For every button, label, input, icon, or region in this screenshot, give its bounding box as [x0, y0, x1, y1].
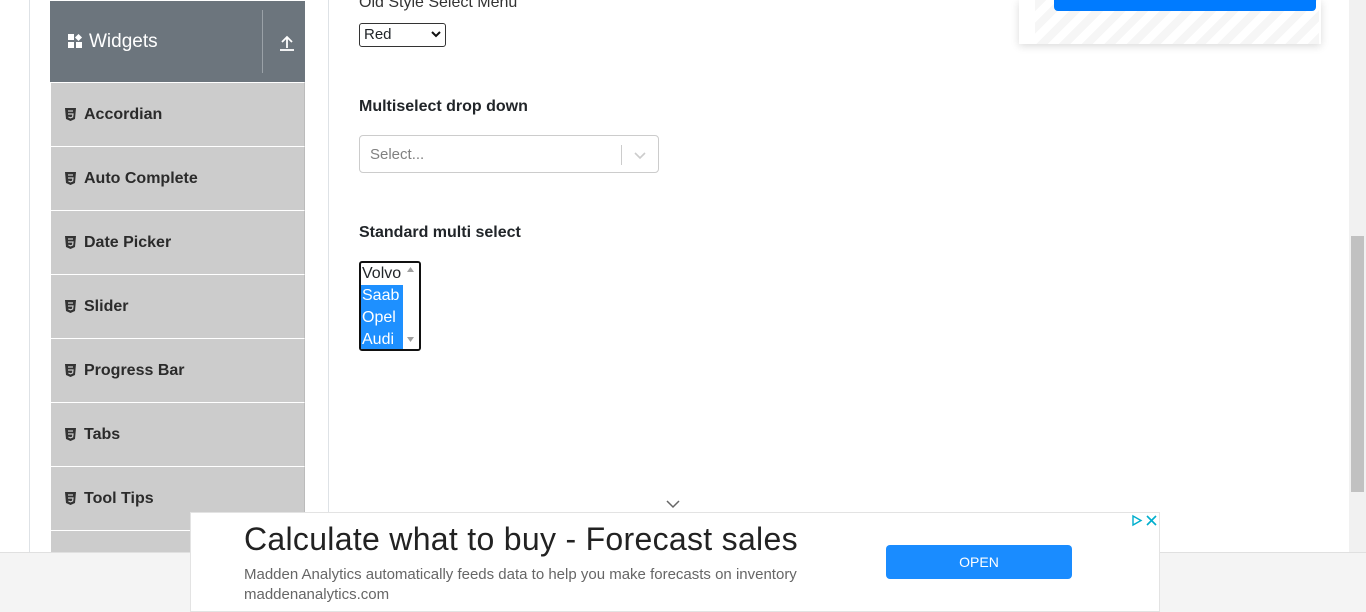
- sidebar-item-accordian[interactable]: Accordian: [50, 82, 305, 146]
- html5-icon: [65, 108, 76, 121]
- html5-icon: [65, 364, 76, 377]
- sidebar: Widgets Accordian Auto Complete Date Pic…: [50, 0, 305, 594]
- sidebar-item-progress-bar[interactable]: Progress Bar: [50, 338, 305, 402]
- sidebar-item-label: Slider: [84, 297, 129, 315]
- scroll-up-icon[interactable]: [407, 267, 414, 272]
- widgets-icon: [68, 34, 83, 48]
- widgets-group-title: Widgets: [50, 31, 305, 53]
- ad-description: Madden Analytics automatically feeds dat…: [244, 566, 797, 583]
- option-opel[interactable]: Opel: [361, 307, 403, 329]
- sidebar-item-label: Date Picker: [84, 233, 172, 251]
- html5-icon: [65, 300, 76, 313]
- sidebar-item-tabs[interactable]: Tabs: [50, 402, 305, 466]
- ad-collapse-chevron-icon[interactable]: [666, 499, 680, 509]
- side-card: [1019, 0, 1321, 44]
- multiselect-placeholder: Select...: [370, 146, 425, 163]
- page-scrollbar[interactable]: [1349, 0, 1366, 552]
- scrollbar-thumb[interactable]: [1351, 236, 1364, 492]
- page: Widgets Accordian Auto Complete Date Pic…: [0, 0, 1366, 612]
- standard-multi-select[interactable]: Volvo Saab Opel Audi: [359, 261, 421, 351]
- group-header-divider: [262, 10, 263, 73]
- sidebar-item-auto-complete[interactable]: Auto Complete: [50, 146, 305, 210]
- option-saab[interactable]: Saab: [361, 285, 403, 307]
- multiselect-label: Multiselect drop down: [359, 98, 528, 115]
- ad-close-icon[interactable]: [1144, 513, 1159, 528]
- listbox-scrollbar[interactable]: [403, 263, 419, 349]
- ad-open-button[interactable]: OPEN: [886, 545, 1072, 579]
- standard-multi-label: Standard multi select: [359, 224, 521, 241]
- old-select-value: Red: [364, 26, 392, 43]
- chevron-down-icon: [431, 31, 441, 38]
- indicator-separator: [621, 145, 622, 165]
- card-button[interactable]: [1054, 0, 1316, 11]
- ad-domain[interactable]: maddenanalytics.com: [244, 586, 389, 603]
- sidebar-item-label: Tabs: [84, 425, 121, 443]
- widgets-group-header[interactable]: Widgets: [50, 1, 305, 82]
- ad-headline[interactable]: Calculate what to buy - Forecast sales: [244, 521, 798, 558]
- old-style-select[interactable]: Red: [359, 23, 446, 47]
- ad-choices[interactable]: [1129, 513, 1159, 528]
- old-select-label: Old Style Select Menu: [359, 0, 518, 11]
- chevron-down-icon[interactable]: [633, 148, 647, 162]
- option-volvo[interactable]: Volvo: [361, 263, 403, 285]
- collapse-arrow-icon[interactable]: [278, 34, 296, 52]
- content-divider: [328, 0, 329, 552]
- ad-banner[interactable]: Calculate what to buy - Forecast sales M…: [190, 512, 1160, 612]
- sidebar-item-label: Accordian: [84, 105, 163, 123]
- sidebar-item-label: Progress Bar: [84, 361, 185, 379]
- sidebar-item-label: Tool Tips: [84, 489, 154, 507]
- html5-icon: [65, 172, 76, 185]
- html5-icon: [65, 428, 76, 441]
- option-audi[interactable]: Audi: [361, 329, 403, 349]
- adchoices-icon[interactable]: [1129, 513, 1144, 528]
- sidebar-item-label: Auto Complete: [84, 169, 198, 187]
- html5-icon: [65, 492, 76, 505]
- left-divider: [29, 0, 30, 552]
- multiselect-dropdown[interactable]: Select...: [359, 135, 659, 173]
- sidebar-item-date-picker[interactable]: Date Picker: [50, 210, 305, 274]
- sidebar-item-slider[interactable]: Slider: [50, 274, 305, 338]
- group-title-text: Widgets: [89, 30, 158, 52]
- html5-icon: [65, 236, 76, 249]
- scroll-down-icon[interactable]: [407, 337, 414, 342]
